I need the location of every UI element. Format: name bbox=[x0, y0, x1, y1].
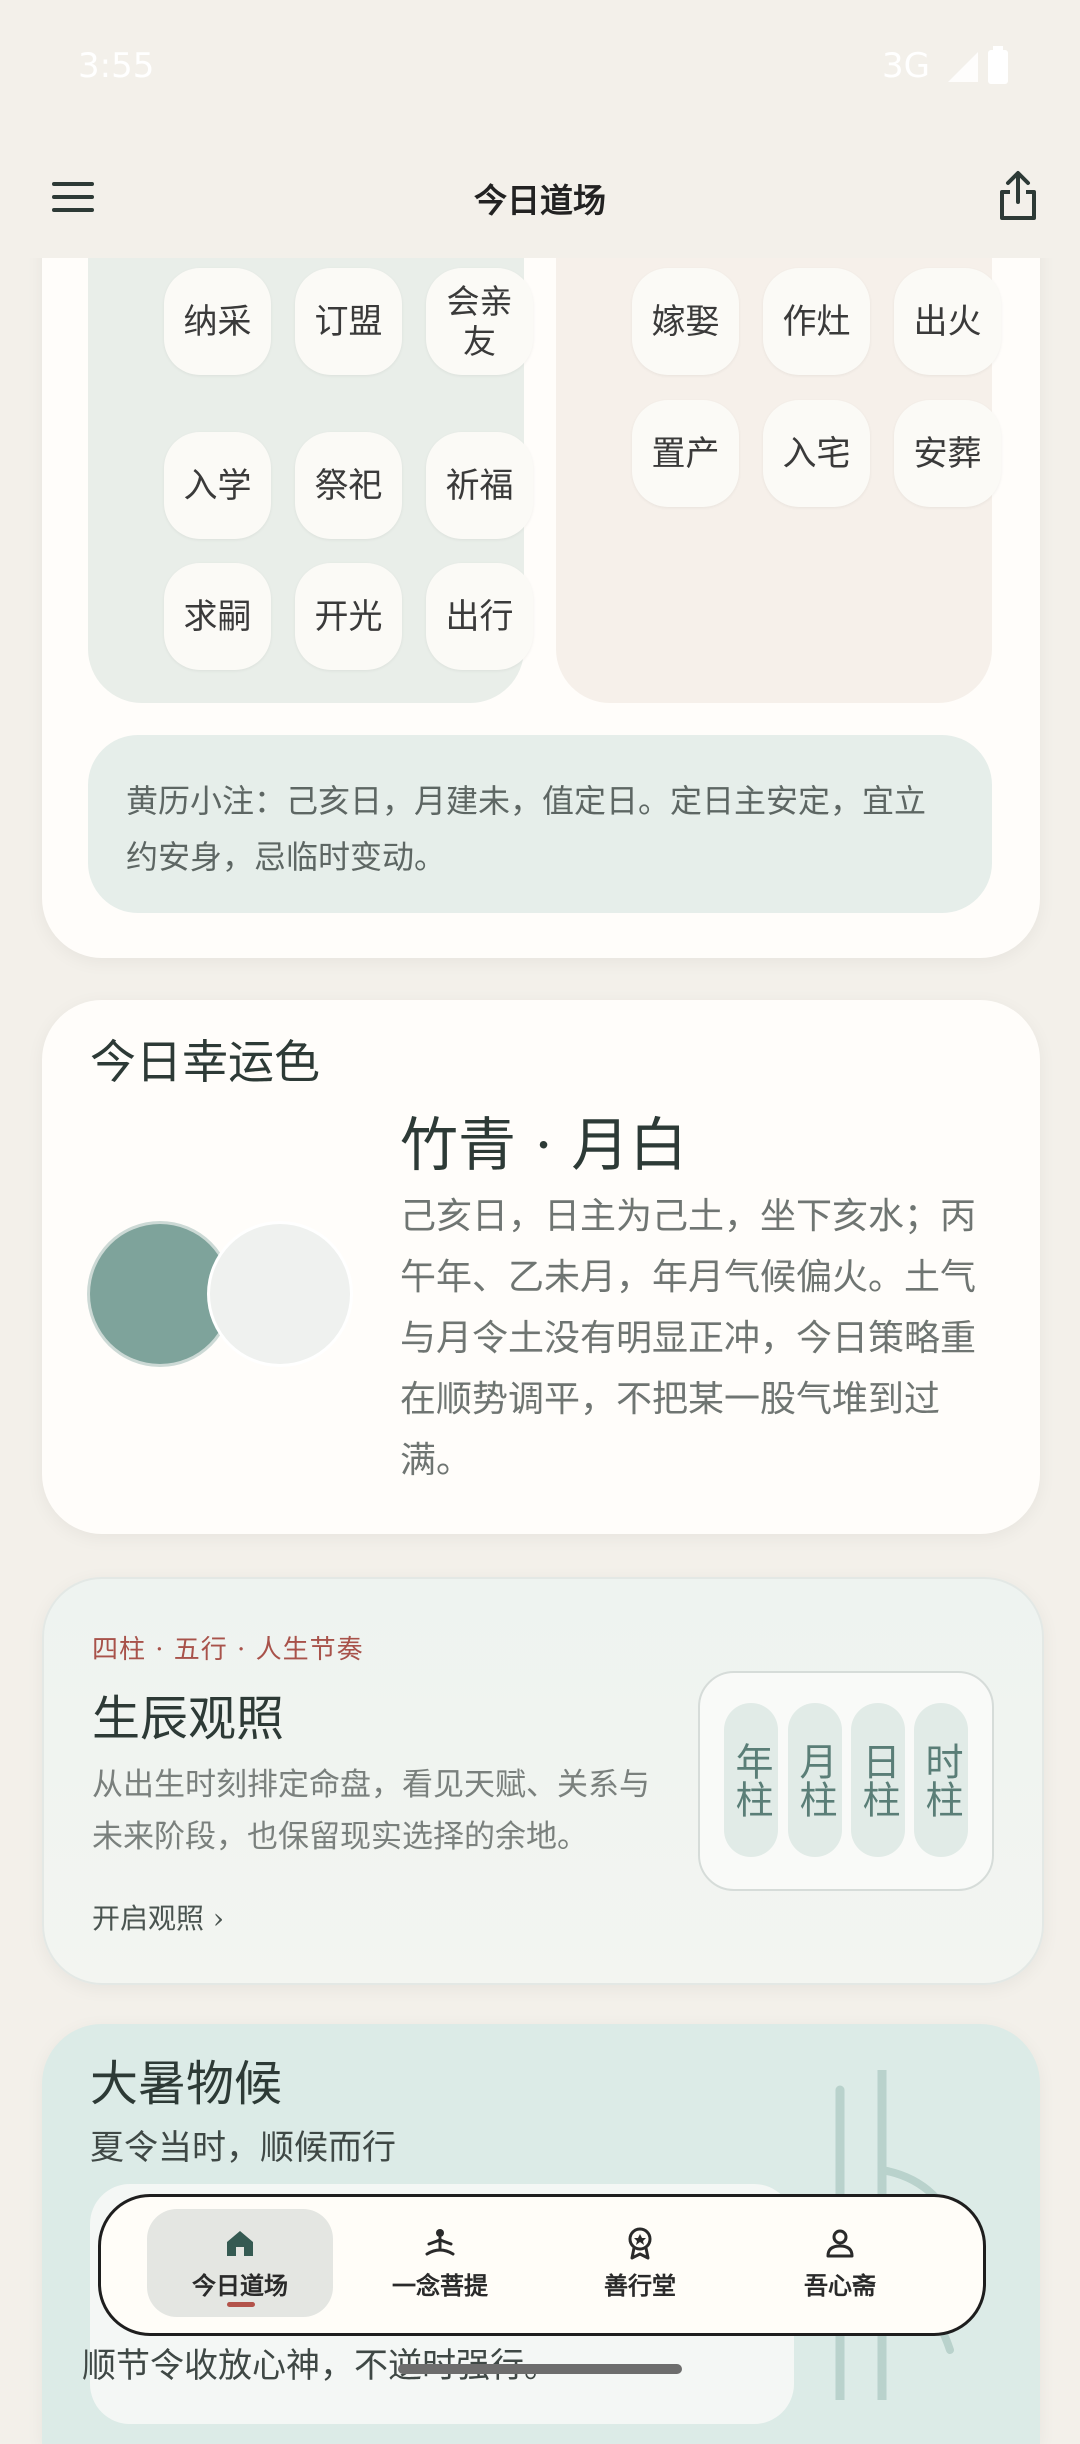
yi-chip[interactable]: 开光 bbox=[295, 563, 402, 670]
ji-chip[interactable]: 入宅 bbox=[763, 400, 870, 507]
nav-tab-my-heart[interactable]: 吾心斋 bbox=[747, 2209, 933, 2317]
nav-tab-today[interactable]: 今日道场 bbox=[147, 2209, 333, 2317]
yi-chip[interactable]: 祭祀 bbox=[295, 432, 402, 539]
month-pillar: 月柱 bbox=[788, 1703, 842, 1857]
pillars-panel: 年柱 月柱 日柱 时柱 bbox=[698, 1671, 994, 1891]
yi-chip[interactable]: 求嗣 bbox=[164, 563, 271, 670]
season-advice-text: 顺节令收放心神，不逆时强行。 bbox=[82, 2346, 558, 2386]
home-icon bbox=[227, 2230, 253, 2256]
color-swatch-bamboo bbox=[90, 1224, 230, 1364]
nav-tab-bodhi[interactable]: 一念菩提 bbox=[347, 2209, 533, 2317]
lucky-color-description: 己亥日，日主为己土，坐下亥水；丙午年、乙未月，年月气候偏火。土气与月令土没有明显… bbox=[400, 1196, 977, 1481]
year-pillar: 年柱 bbox=[724, 1703, 778, 1857]
badge-icon bbox=[628, 2227, 652, 2259]
yi-column: 纳采 订盟 会亲友 入学 祭祀 祈福 求嗣 开光 出行 bbox=[88, 180, 533, 703]
birth-chart-description: 从出生时刻排定命盘，看见天赋、关系与未来阶段，也保留现实选择的余地。 bbox=[92, 1767, 650, 1855]
yi-chip[interactable]: 出行 bbox=[426, 563, 533, 670]
page-title: 今日道场 bbox=[474, 181, 606, 220]
nav-label: 一念菩提 bbox=[392, 2271, 488, 2300]
status-time: 3:55 bbox=[78, 46, 155, 86]
yi-chip[interactable]: 纳采 bbox=[164, 268, 271, 375]
day-pillar: 日柱 bbox=[851, 1703, 905, 1857]
meditation-icon bbox=[425, 2228, 455, 2255]
share-icon[interactable] bbox=[996, 170, 1040, 222]
ji-chip[interactable]: 安葬 bbox=[894, 400, 1001, 507]
open-birth-chart-link[interactable]: 开启观照 › bbox=[92, 1897, 224, 1937]
lucky-color-title: 今日幸运色 bbox=[90, 1035, 320, 1089]
yi-chip[interactable]: 入学 bbox=[164, 432, 271, 539]
color-swatch-moon-white bbox=[210, 1224, 350, 1364]
nav-label: 善行堂 bbox=[604, 2271, 676, 2300]
season-subtitle: 夏令当时，顺候而行 bbox=[90, 2128, 396, 2168]
almanac-note-text: 黄历小注：己亥日，月建未，值定日。定日主安定，宜立约安身，忌临时变动。 bbox=[126, 782, 927, 876]
battery-icon bbox=[988, 46, 1008, 84]
yi-chip[interactable]: 会亲友 bbox=[426, 268, 533, 375]
birth-chart-title: 生辰观照 bbox=[92, 1691, 285, 1747]
pillar-label: 月柱 bbox=[793, 1742, 837, 1818]
season-title: 大暑物候 bbox=[90, 2056, 283, 2112]
ji-chip[interactable]: 出火 bbox=[894, 268, 1001, 375]
yi-chip[interactable]: 订盟 bbox=[295, 268, 402, 375]
yi-chip[interactable]: 祈福 bbox=[426, 432, 533, 539]
almanac-card: 纳采 订盟 会亲友 入学 祭祀 祈福 求嗣 开光 出行 嫁娶 作灶 出火 置产 … bbox=[42, 180, 1040, 958]
gesture-handle[interactable] bbox=[398, 2364, 682, 2374]
app-bar: 今日道场 bbox=[0, 130, 1080, 258]
birth-chart-kicker: 四柱 · 五行 · 人生节奏 bbox=[92, 1635, 364, 1665]
pillar-label: 日柱 bbox=[856, 1742, 900, 1818]
nav-label: 吾心斋 bbox=[804, 2271, 876, 2300]
hour-pillar: 时柱 bbox=[914, 1703, 968, 1857]
status-bar: 3:55 3G bbox=[0, 0, 1080, 130]
almanac-note: 黄历小注：己亥日，月建未，值定日。定日主安定，宜立约安身，忌临时变动。 bbox=[88, 735, 992, 913]
birth-chart-card[interactable]: 四柱 · 五行 · 人生节奏 生辰观照 从出生时刻排定命盘，看见天赋、关系与未来… bbox=[42, 1577, 1044, 1985]
lucky-color-card[interactable]: 今日幸运色 竹青 · 月白 己亥日，日主为己土，坐下亥水；丙午年、乙未月，年月气… bbox=[42, 1000, 1040, 1534]
nav-tab-good-deeds[interactable]: 善行堂 bbox=[547, 2209, 733, 2317]
pillar-label: 时柱 bbox=[919, 1742, 963, 1818]
person-icon bbox=[826, 2229, 854, 2257]
network-indicator: 3G bbox=[882, 46, 930, 86]
ji-column: 嫁娶 作灶 出火 置产 入宅 安葬 bbox=[556, 180, 1001, 703]
active-indicator bbox=[227, 2302, 255, 2307]
ji-chip[interactable]: 置产 bbox=[632, 400, 739, 507]
signal-icon bbox=[948, 52, 978, 82]
bottom-navigation: 今日道场 一念菩提 善行堂 吾心斋 bbox=[98, 2194, 986, 2336]
pillar-label: 年柱 bbox=[729, 1742, 773, 1818]
lucky-color-name: 竹青 · 月白 bbox=[400, 1111, 688, 1179]
ji-chip[interactable]: 嫁娶 bbox=[632, 268, 739, 375]
nav-label: 今日道场 bbox=[192, 2271, 288, 2300]
ji-chip[interactable]: 作灶 bbox=[763, 268, 870, 375]
